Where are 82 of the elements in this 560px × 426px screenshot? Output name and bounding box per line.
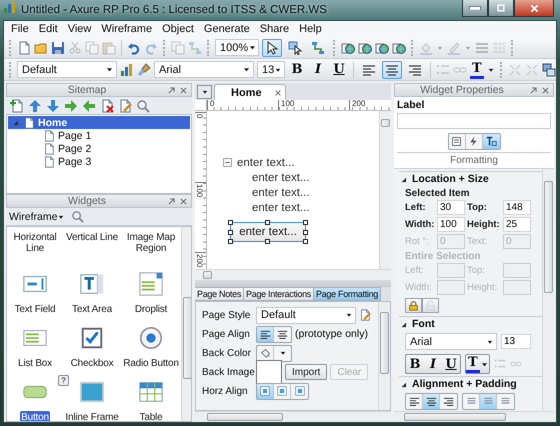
page-row[interactable]: Page 3 <box>8 155 190 168</box>
font-size-dropdown[interactable]: 13 <box>257 61 285 78</box>
tree-node-text: enter text... <box>252 186 310 198</box>
page-row[interactable]: Home <box>8 116 190 129</box>
panel-title: Widget Properties <box>419 84 505 96</box>
number-field[interactable]: 25 <box>503 217 531 232</box>
section-heading: Font <box>412 318 435 330</box>
widget-label[interactable]: Table <box>138 411 164 421</box>
tree-node-text: enter text... <box>252 202 310 214</box>
menu-item[interactable]: Generate <box>198 23 255 35</box>
field-label: Horz Align <box>202 386 249 396</box>
subheading: Entire Selection <box>404 250 482 263</box>
panel-tab[interactable]: Page Formatting <box>314 287 382 301</box>
field-label: Width: <box>405 219 435 230</box>
field-label: Top: <box>467 202 488 213</box>
panel-title: Widgets <box>67 195 107 207</box>
panel-tab[interactable]: Page Notes <box>195 287 244 301</box>
font-dropdown[interactable]: Arial <box>154 61 254 78</box>
tree-node-text: enter text... <box>237 156 295 168</box>
field-label: Height: <box>467 282 498 293</box>
menu-item[interactable]: Object <box>157 23 199 35</box>
widget-label[interactable]: Button <box>20 411 50 421</box>
field-label: Back Image <box>202 366 256 378</box>
section-heading: Alignment + Padding <box>412 378 517 390</box>
import-button[interactable]: Import <box>285 364 328 380</box>
page-tab[interactable]: Home <box>214 84 286 100</box>
number-field[interactable]: 30 <box>437 200 465 215</box>
widget-label[interactable]: Image Map Region <box>121 231 181 255</box>
field-label: Height: <box>467 219 501 230</box>
widget-label[interactable]: Checkbox <box>70 357 114 370</box>
tab-caption: Formatting <box>450 154 498 168</box>
menu-item[interactable]: Edit <box>34 23 63 35</box>
field-label: Back Color <box>202 348 252 358</box>
hint-text: (prototype only) <box>295 328 368 340</box>
page-style-dropdown[interactable]: Default <box>256 306 356 324</box>
widget-label[interactable]: Horizontal Line <box>7 231 63 255</box>
format-button[interactable]: U <box>330 60 348 78</box>
widget-label[interactable]: Radio Button <box>122 357 180 370</box>
widget-label[interactable]: Droplist <box>134 303 168 316</box>
window-title: Untitled - Axure RP Pro 6.5 : Licensed to ITSS & CWER.WS <box>21 3 328 16</box>
menu-item[interactable]: File <box>6 23 34 35</box>
format-button[interactable]: B <box>406 355 424 373</box>
page-row[interactable]: Page 2 <box>8 142 190 155</box>
text-color-button[interactable]: T <box>466 355 480 373</box>
zoom-dropdown[interactable]: 100% <box>215 39 259 56</box>
font-dropdown[interactable]: Arial <box>405 333 497 350</box>
field-label: Page Align <box>202 328 251 340</box>
panel-title: Sitemap <box>66 84 108 96</box>
format-button[interactable]: U <box>442 355 460 373</box>
field-label: Top: <box>467 265 486 276</box>
widget-label[interactable]: Inline Frame <box>64 411 120 421</box>
vertical-ruler: 0 100 200 <box>195 111 207 269</box>
text-color-button[interactable]: T <box>470 60 484 78</box>
field-label: Rot °: <box>405 236 430 247</box>
help-badge: ? <box>58 375 69 386</box>
field-label: Width: <box>405 282 433 293</box>
format-button[interactable]: B <box>288 60 306 78</box>
menu-item[interactable]: Wireframe <box>96 23 158 35</box>
menu-item[interactable]: Share <box>254 23 294 35</box>
section-heading: Location + Size <box>412 173 489 185</box>
page-row[interactable]: Page 1 <box>8 129 190 142</box>
widget-label[interactable]: List Box <box>17 357 53 370</box>
menu-item[interactable]: View <box>62 23 96 35</box>
font-size-field[interactable]: 13 <box>501 334 531 349</box>
widget-label[interactable]: Text Field <box>14 303 56 316</box>
subheading: Selected Item <box>404 187 470 200</box>
label-heading: Label <box>397 99 426 111</box>
field-label: Text: <box>467 236 488 247</box>
number-field[interactable]: 148 <box>503 200 531 215</box>
field-label: Left: <box>405 202 427 213</box>
widget-label[interactable]: Text Area <box>71 303 113 316</box>
number-field[interactable]: 100 <box>437 217 465 232</box>
menu-item[interactable]: Help <box>294 23 327 35</box>
format-button[interactable]: I <box>309 60 327 78</box>
field-label: Left: <box>405 265 424 276</box>
panel-tab[interactable]: Page Interactions <box>244 287 314 301</box>
style-dropdown[interactable]: Default <box>17 61 117 78</box>
tree-node-text: enter text... <box>252 172 310 184</box>
field-label: Page Style <box>202 310 252 320</box>
format-button[interactable]: I <box>424 355 442 373</box>
canvas-button[interactable]: enter text... <box>230 222 306 242</box>
widget-label[interactable]: Vertical Line <box>65 231 119 244</box>
